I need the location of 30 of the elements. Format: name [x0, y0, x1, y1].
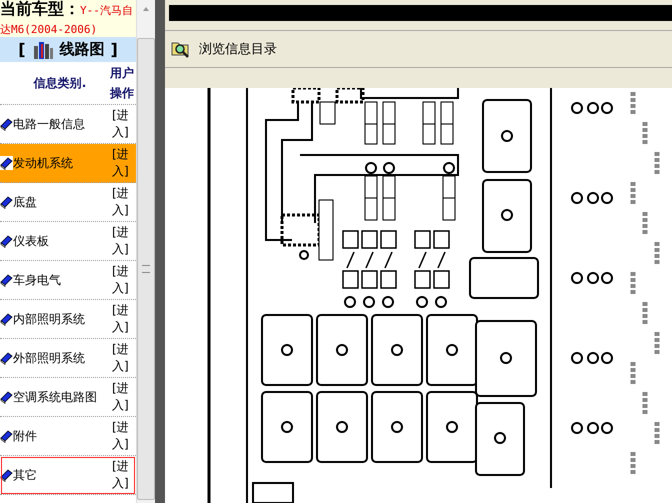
enter-link[interactable]: [进入] [112, 341, 136, 375]
column-header: 用户操作 [110, 65, 135, 102]
column-header: 信息类别. [32, 74, 88, 92]
category-label: 发动机系统 [13, 154, 74, 172]
bracket-text: ] [110, 40, 118, 59]
toolbar-title: 浏览信息目录 [199, 41, 277, 58]
category-label: 电路一般信息 [13, 116, 86, 132]
category-label: 外部照明系统 [13, 350, 86, 366]
enter-link[interactable]: [进入] [112, 224, 136, 258]
enter-link[interactable]: [进入] [112, 419, 136, 453]
enter-link[interactable]: [进入] [112, 458, 136, 492]
category-label: 内部照明系统 [13, 310, 86, 328]
enter-link[interactable]: [进入] [112, 263, 136, 297]
category-label: 空调系统电路图 [13, 388, 98, 406]
category-label: 底盘 [13, 194, 38, 210]
book-icon [0, 156, 13, 170]
category-row[interactable]: 发动机系统 [进入] [0, 144, 136, 183]
enter-link[interactable]: [进入] [112, 302, 136, 336]
category-row[interactable]: 其它 [进入] [0, 456, 136, 495]
enter-link[interactable]: [进入] [112, 146, 136, 180]
enter-link[interactable]: [进入] [112, 380, 136, 414]
enter-link[interactable]: [进入] [112, 185, 136, 219]
category-label: 车身电气 [13, 272, 62, 288]
bracket-text: [ [18, 40, 26, 59]
category-label: 其它 [13, 466, 38, 484]
category-label: 附件 [13, 428, 38, 444]
category-label: 仪表板 [13, 232, 50, 250]
enter-link[interactable]: [进入] [112, 107, 136, 141]
section-title: 线路图 [60, 40, 104, 59]
car-model-header: 当前车型：Y--汽马自达M6(2004-2006) [0, 0, 136, 37]
